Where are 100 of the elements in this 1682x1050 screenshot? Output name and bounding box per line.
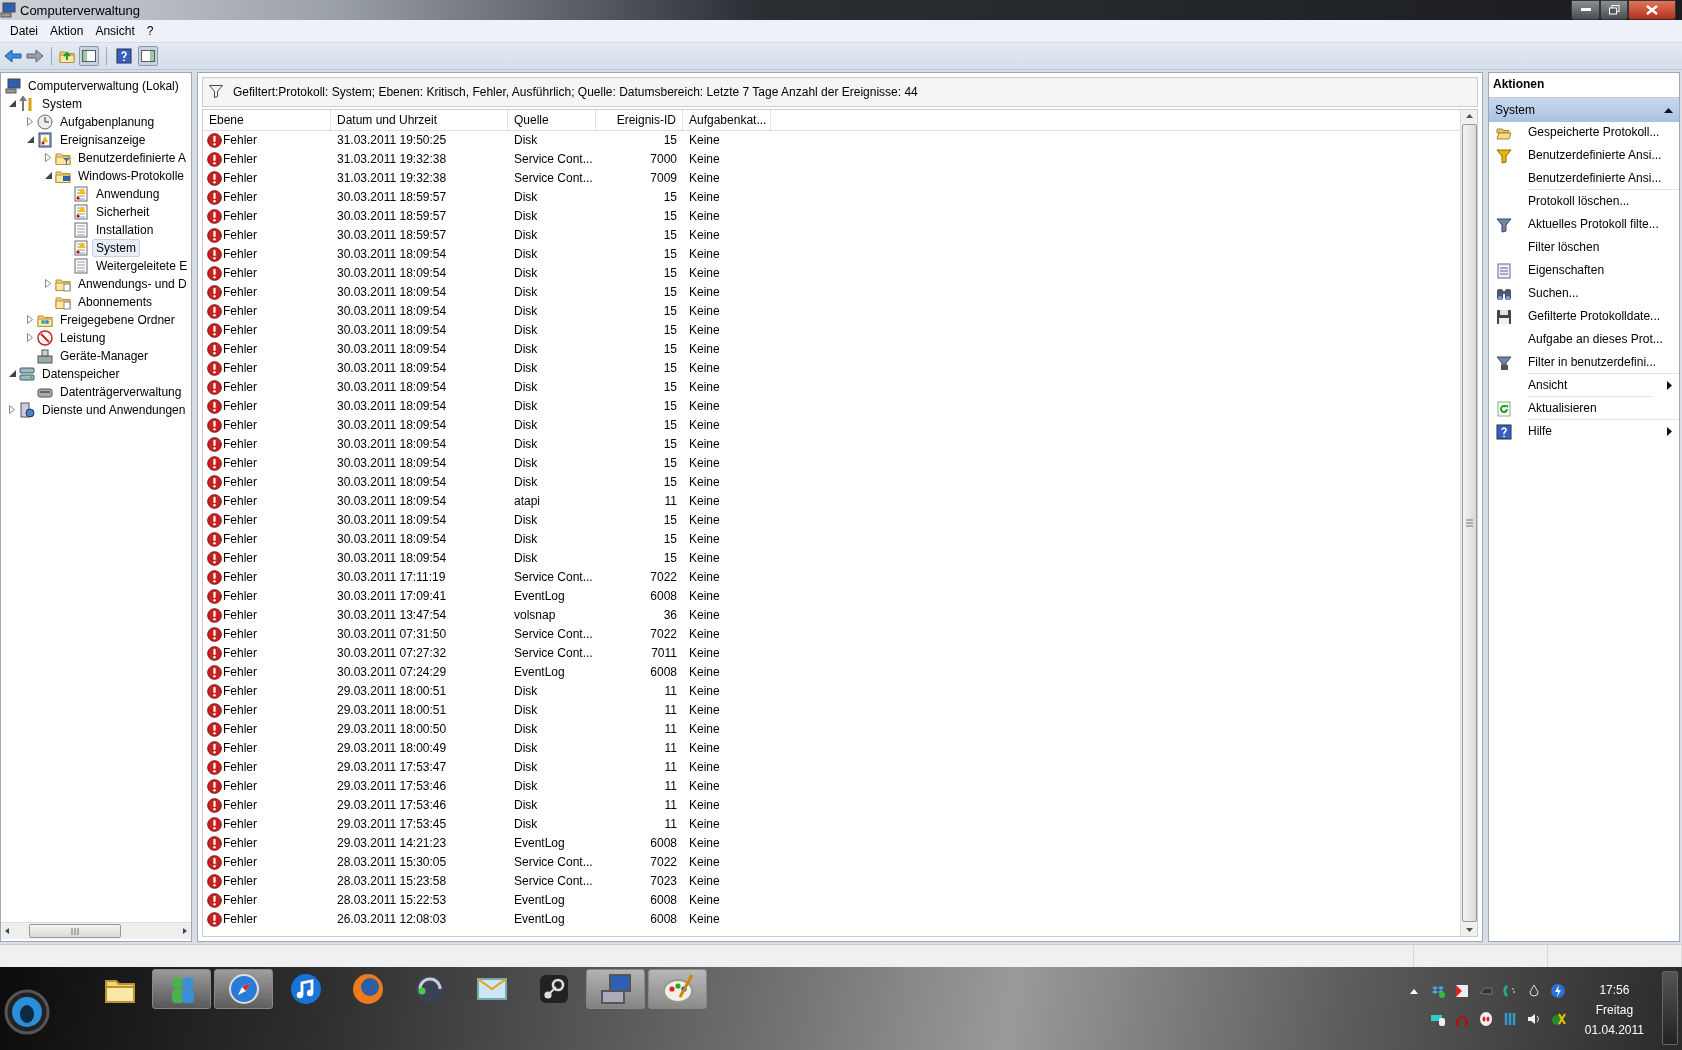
- table-cell-text: Keine: [688, 209, 721, 224]
- column-header[interactable]: Ebene: [203, 109, 331, 130]
- tree-item[interactable]: Ereignisanzeige: [56, 130, 150, 149]
- table-cell-text: 30.03.2011 13:47:54: [336, 608, 448, 623]
- menu-item[interactable]: Datei: [4, 21, 44, 40]
- pane-title: Aktionen: [1489, 72, 1679, 98]
- forward-arrow-icon[interactable]: [26, 47, 44, 64]
- table-cell-text: 15: [662, 209, 678, 224]
- clock-day[interactable]: Freitag: [1595, 1003, 1634, 1018]
- network-globe-icon[interactable]: [1549, 1011, 1566, 1028]
- collapsed-caret-icon[interactable]: [45, 153, 51, 163]
- tree-item[interactable]: Dienste und Anwendungen: [38, 400, 190, 419]
- error-icon: [207, 398, 222, 414]
- clock-time[interactable]: 17:56: [1599, 983, 1630, 998]
- error-icon: [207, 569, 222, 585]
- table-cell: Fehler: [223, 133, 257, 148]
- collapse-arrow-icon[interactable]: [1664, 106, 1673, 113]
- table-cell-text: Keine: [688, 817, 721, 832]
- tree-item[interactable]: Freigegebene Ordner: [56, 310, 179, 329]
- action-link[interactable]: Benutzerdefinierte Ansi...: [1528, 144, 1679, 167]
- error-icon: [207, 322, 222, 338]
- start-orb-icon[interactable]: [4, 989, 50, 1036]
- table-cell-text: Keine: [688, 874, 721, 889]
- table-cell-text: Keine: [688, 171, 721, 186]
- expanded-caret-icon[interactable]: [26, 136, 34, 144]
- expanded-caret-icon[interactable]: [44, 172, 52, 180]
- action-link[interactable]: Suchen...: [1528, 282, 1679, 305]
- column-header[interactable]: Ereignis-ID: [596, 109, 683, 130]
- tree-item[interactable]: Datenträgerverwaltung: [56, 382, 186, 401]
- table-cell-text: 15: [662, 380, 678, 395]
- lightning-icon[interactable]: [1549, 983, 1566, 1000]
- alien-head-icon[interactable]: [1477, 1011, 1494, 1028]
- minimize-button[interactable]: [1571, 0, 1600, 20]
- expanded-caret-icon[interactable]: [8, 370, 16, 378]
- action-link[interactable]: Benutzerdefinierte Ansi...: [1528, 167, 1679, 190]
- action-link[interactable]: Filter in benutzerdefini...: [1528, 351, 1679, 374]
- back-arrow-icon[interactable]: [4, 47, 22, 64]
- action-link[interactable]: Aktualisieren: [1528, 397, 1679, 420]
- table-cell-text: 11: [663, 494, 678, 509]
- tree-item[interactable]: Benutzerdefinierte A: [74, 148, 191, 167]
- tree-item[interactable]: Computerverwaltung (Lokal): [24, 76, 183, 95]
- menu-item[interactable]: ?: [140, 21, 160, 40]
- action-link[interactable]: Ansicht: [1528, 374, 1651, 397]
- action-link[interactable]: Aufgabe an dieses Prot...: [1528, 328, 1679, 351]
- action-link[interactable]: Hilfe: [1528, 420, 1651, 443]
- collapsed-caret-icon[interactable]: [45, 279, 51, 289]
- tree-item[interactable]: Anwendungs- und D: [74, 274, 191, 293]
- action-link[interactable]: Protokoll löschen...: [1528, 190, 1679, 213]
- menu-item[interactable]: Ansicht: [89, 21, 141, 40]
- collapsed-caret-icon[interactable]: [27, 333, 33, 343]
- tree-item[interactable]: Windows-Protokolle: [74, 166, 189, 185]
- horizontal-scrollbar[interactable]: [1, 922, 191, 940]
- tree-item[interactable]: System: [92, 238, 140, 257]
- tree-item[interactable]: System: [38, 94, 86, 113]
- show-desktop-button[interactable]: [1662, 971, 1678, 1046]
- collapsed-caret-icon[interactable]: [9, 405, 15, 415]
- tree-item[interactable]: Sicherheit: [92, 202, 154, 221]
- tree-item[interactable]: Leistung: [56, 328, 110, 347]
- tree-item[interactable]: Installation: [92, 220, 158, 239]
- table-cell-text: 29.03.2011 17:53:47: [336, 760, 448, 775]
- table-cell: Fehler: [223, 456, 257, 471]
- taskbar-button[interactable]: [214, 969, 273, 1010]
- table-cell-text: Disk: [513, 456, 539, 471]
- tree-item[interactable]: Anwendung: [92, 184, 164, 203]
- table-cell-text: 36: [662, 608, 678, 623]
- expanded-caret-icon[interactable]: [8, 100, 16, 108]
- submenu-arrow-icon[interactable]: [1667, 427, 1673, 437]
- taskbar-button[interactable]: [152, 969, 211, 1010]
- tree-item[interactable]: Weitergeleitete E: [92, 256, 191, 275]
- action-link[interactable]: Gefilterte Protokolldate...: [1528, 305, 1679, 328]
- show-action-pane-button[interactable]: [138, 45, 158, 66]
- section-header[interactable]: System: [1489, 97, 1679, 122]
- close-button[interactable]: [1628, 0, 1676, 20]
- restore-button[interactable]: [1600, 0, 1628, 20]
- action-link[interactable]: Filter löschen: [1528, 236, 1679, 259]
- table-cell: Fehler: [223, 266, 257, 281]
- table-cell-text: Keine: [688, 361, 721, 376]
- tree-item[interactable]: Abonnements: [74, 292, 157, 311]
- column-header[interactable]: Aufgabenkat...: [683, 109, 771, 130]
- tree-item[interactable]: Datenspeicher: [38, 364, 124, 383]
- table-cell-text: Disk: [513, 760, 539, 775]
- menu-item[interactable]: Aktion: [44, 21, 90, 40]
- vertical-scrollbar[interactable]: [1460, 109, 1477, 937]
- clock-date[interactable]: 01.04.2011: [1584, 1023, 1644, 1038]
- help-button[interactable]: [114, 45, 134, 66]
- column-header[interactable]: Datum und Uhrzeit: [331, 109, 508, 130]
- action-link[interactable]: Gespeicherte Protokoll...: [1528, 121, 1679, 144]
- tree-item[interactable]: Aufgabenplanung: [56, 112, 159, 131]
- collapsed-caret-icon[interactable]: [27, 315, 33, 325]
- column-header[interactable]: Quelle: [508, 109, 596, 130]
- tree-item[interactable]: Geräte-Manager: [56, 346, 153, 365]
- shield-icon[interactable]: [1453, 983, 1470, 1000]
- action-link[interactable]: Aktuelles Protokoll filte...: [1528, 213, 1679, 236]
- table-cell-text: 30.03.2011 18:09:54: [336, 418, 448, 433]
- table-cell-text: Keine: [688, 532, 721, 547]
- show-tree-button[interactable]: [79, 45, 99, 66]
- action-link[interactable]: Eigenschaften: [1528, 259, 1679, 282]
- table-cell-text: 29.03.2011 17:53:46: [336, 779, 448, 794]
- submenu-arrow-icon[interactable]: [1667, 381, 1673, 391]
- collapsed-caret-icon[interactable]: [27, 117, 33, 127]
